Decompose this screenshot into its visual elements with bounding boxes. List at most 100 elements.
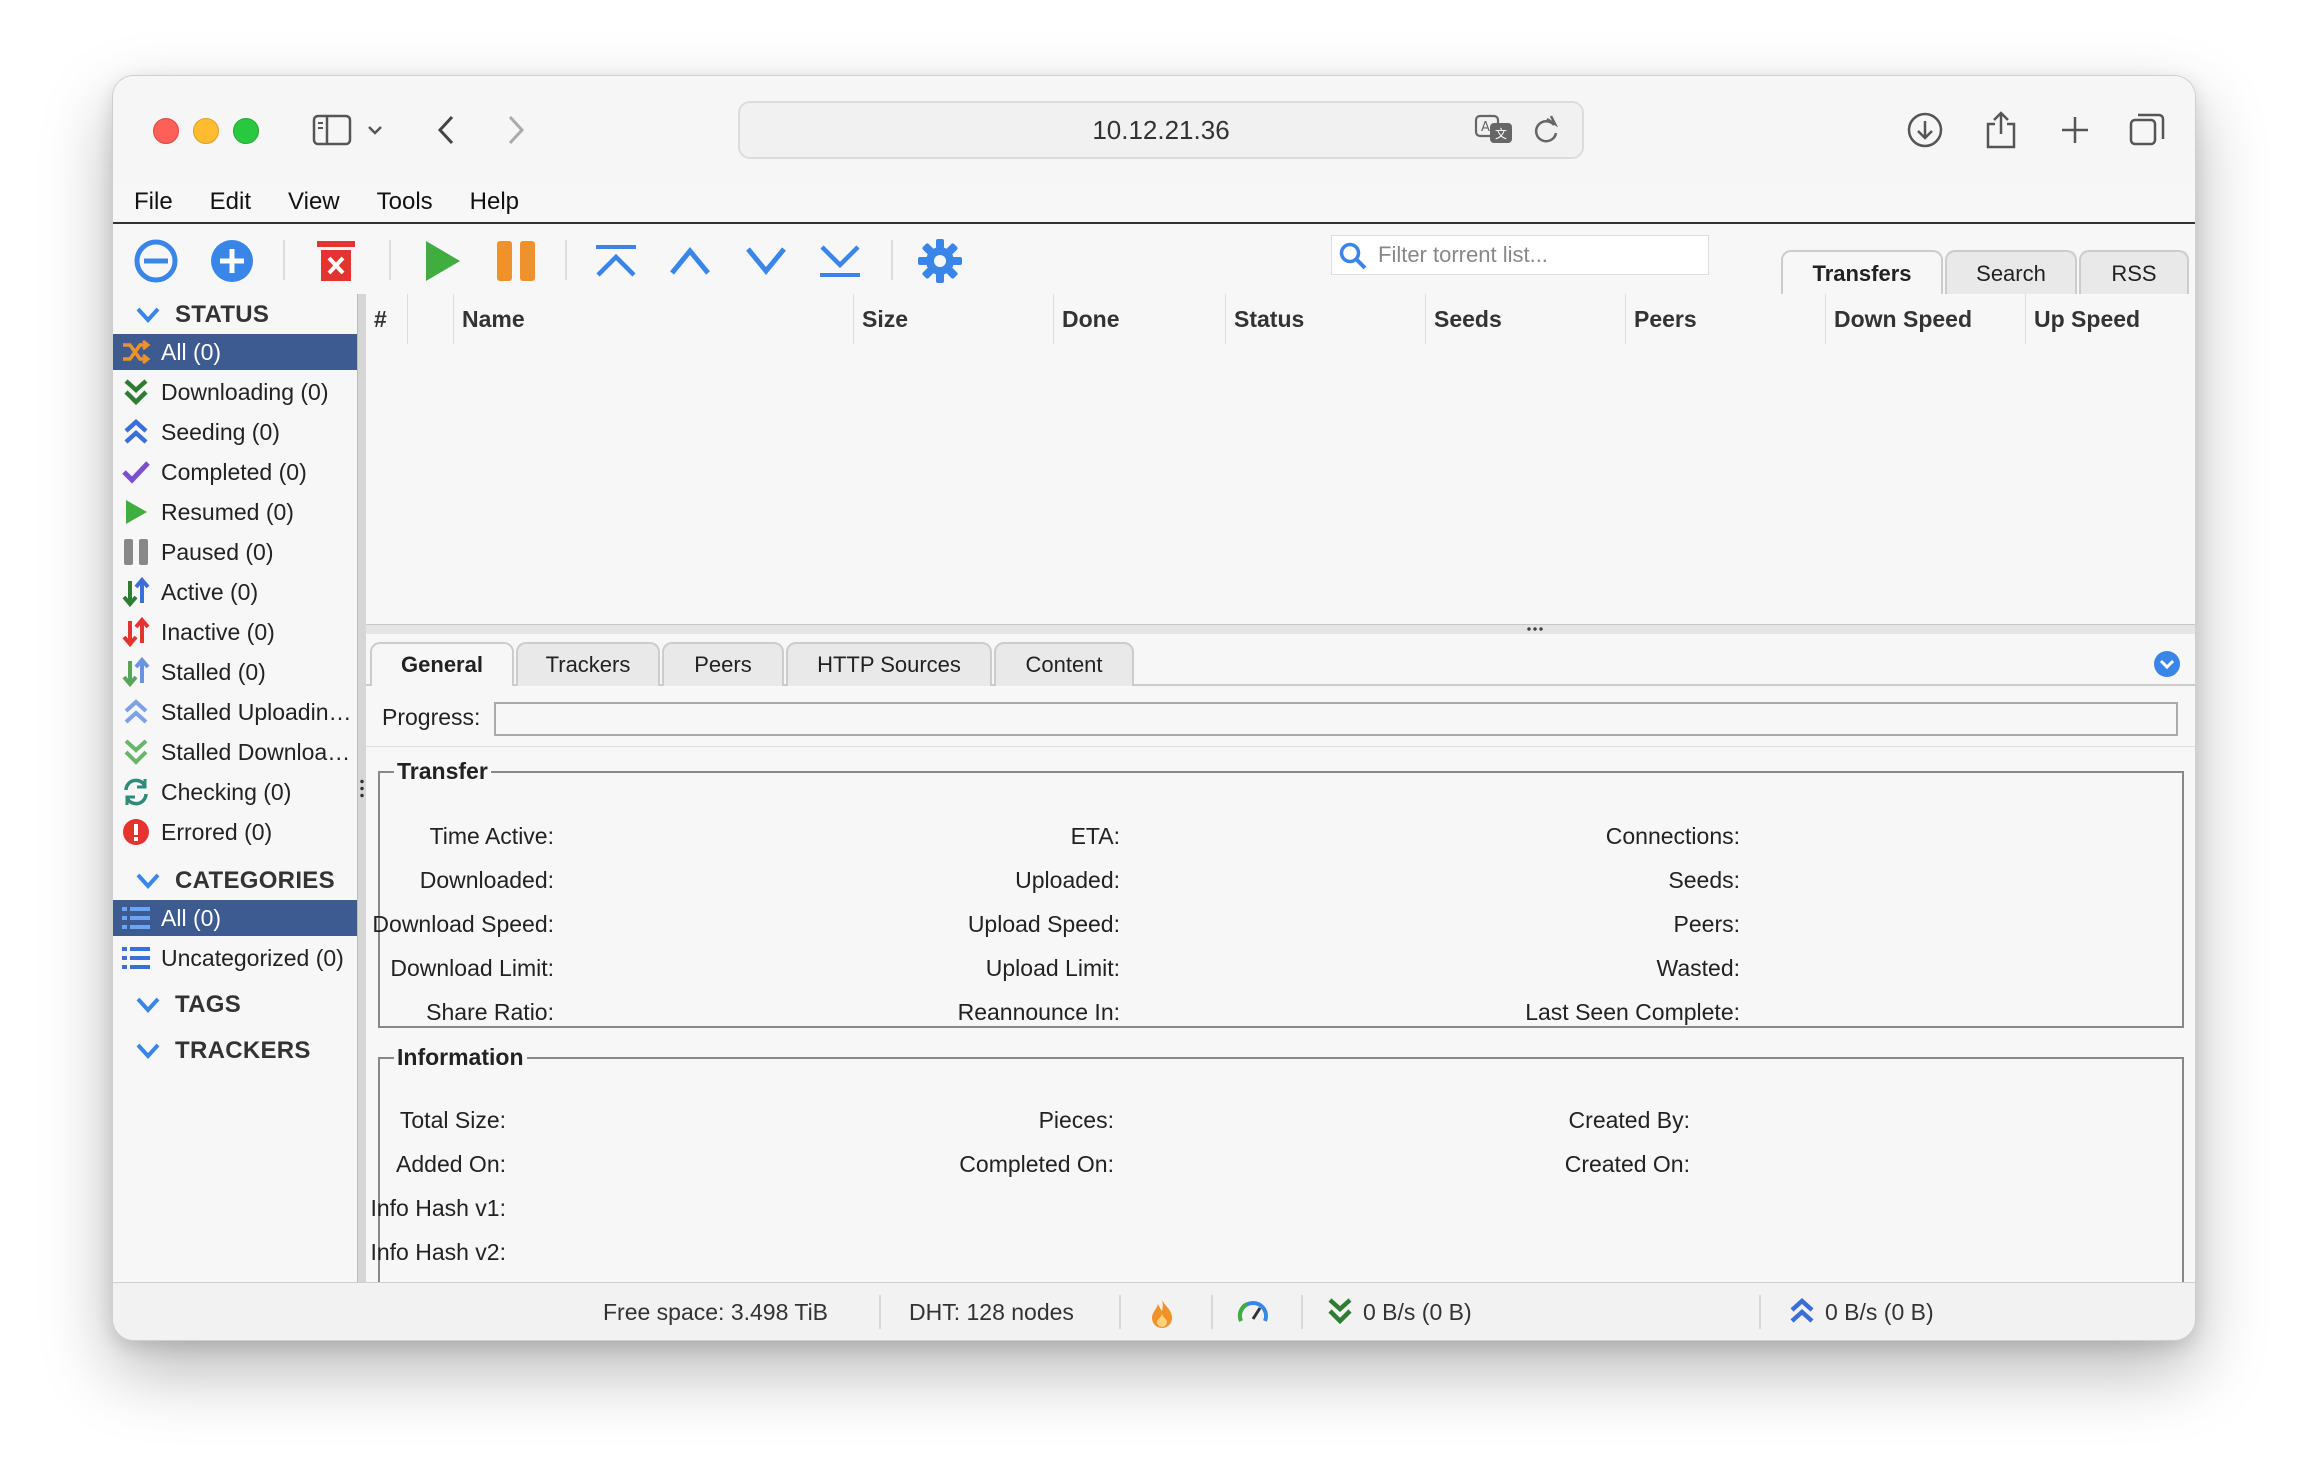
tags-header[interactable]: TAGS bbox=[113, 988, 241, 1022]
move-bottom-icon[interactable] bbox=[813, 234, 867, 288]
connections-label: Connections: bbox=[1605, 823, 1740, 849]
column-up-speed[interactable]: Up Speed bbox=[2026, 294, 2195, 344]
tab-overview-icon[interactable] bbox=[2123, 106, 2171, 154]
status-paused[interactable]: Paused (0) bbox=[113, 534, 357, 570]
menu-file[interactable]: File bbox=[134, 188, 173, 216]
created-by-label: Created By: bbox=[1568, 1107, 1690, 1133]
status-completed[interactable]: Completed (0) bbox=[113, 454, 357, 490]
forward-icon[interactable] bbox=[501, 106, 531, 154]
minimize-window-button[interactable] bbox=[193, 118, 219, 144]
trackers-header[interactable]: TRACKERS bbox=[113, 1034, 311, 1068]
add-torrent-link-icon[interactable] bbox=[129, 234, 183, 288]
move-top-icon[interactable] bbox=[589, 234, 643, 288]
time-active-label: Time Active: bbox=[429, 823, 554, 849]
status-resumed[interactable]: Resumed (0) bbox=[113, 494, 357, 530]
upload-speed-icon bbox=[1789, 1297, 1815, 1327]
settings-gear-icon[interactable] bbox=[913, 234, 967, 288]
status-header[interactable]: STATUS bbox=[113, 298, 269, 332]
delete-icon[interactable] bbox=[309, 234, 363, 288]
download-speed-label: Download Speed: bbox=[372, 911, 554, 937]
column-seeds[interactable]: Seeds bbox=[1426, 294, 1626, 344]
sidebar-toggle-icon[interactable] bbox=[308, 106, 356, 154]
browser-window: 10.12.21.36 A文 File Edit View Tools Help bbox=[112, 75, 2196, 1341]
category-uncategorized[interactable]: Uncategorized (0) bbox=[113, 940, 357, 976]
status-all[interactable]: All (0) bbox=[113, 334, 357, 370]
add-torrent-file-icon[interactable] bbox=[205, 234, 259, 288]
svg-text:A: A bbox=[1481, 120, 1490, 135]
status-checking[interactable]: Checking (0) bbox=[113, 774, 357, 810]
back-icon[interactable] bbox=[431, 106, 461, 154]
tab-peers[interactable]: Peers bbox=[662, 642, 784, 686]
status-errored-label: Errored (0) bbox=[161, 818, 273, 845]
filters-sidebar: STATUS All (0) Downloading (0) Seeding (… bbox=[113, 294, 357, 1282]
status-inactive[interactable]: Inactive (0) bbox=[113, 614, 357, 650]
chevron-down-icon bbox=[136, 873, 160, 889]
tab-general[interactable]: General bbox=[370, 642, 514, 686]
menu-view[interactable]: View bbox=[288, 188, 340, 216]
status-seeding[interactable]: Seeding (0) bbox=[113, 414, 357, 450]
download-speed-icon bbox=[1327, 1297, 1353, 1327]
upload-limit-label: Upload Limit: bbox=[985, 955, 1120, 981]
status-downloading[interactable]: Downloading (0) bbox=[113, 374, 357, 410]
tab-trackers[interactable]: Trackers bbox=[516, 642, 660, 686]
tab-search[interactable]: Search bbox=[1945, 250, 2077, 296]
speed-limit-icon[interactable] bbox=[1237, 1297, 1269, 1327]
translate-icon[interactable]: A文 bbox=[1474, 113, 1514, 150]
column-size[interactable]: Size bbox=[854, 294, 1054, 344]
column-done[interactable]: Done bbox=[1054, 294, 1226, 344]
category-all[interactable]: All (0) bbox=[113, 900, 357, 936]
progress-row: Progress: bbox=[366, 690, 2195, 747]
status-active[interactable]: Active (0) bbox=[113, 574, 357, 610]
column-priority[interactable] bbox=[408, 294, 454, 344]
menu-tools[interactable]: Tools bbox=[377, 188, 433, 216]
status-stalled[interactable]: Stalled (0) bbox=[113, 654, 357, 690]
status-errored[interactable]: Errored (0) bbox=[113, 814, 357, 850]
column-down-speed[interactable]: Down Speed bbox=[1826, 294, 2026, 344]
dht-nodes-text: DHT: 128 nodes bbox=[909, 1299, 1074, 1325]
close-window-button[interactable] bbox=[153, 118, 179, 144]
list-icon bbox=[121, 943, 151, 973]
upload-speed-text: 0 B/s (0 B) bbox=[1825, 1299, 1934, 1325]
information-group: Information Total Size: Added On: Info H… bbox=[370, 1044, 2184, 1304]
status-active-label: Active (0) bbox=[161, 578, 259, 605]
seeds-label: Seeds: bbox=[1668, 867, 1740, 893]
status-stalled-downloading[interactable]: Stalled Downloading (0) bbox=[113, 734, 357, 770]
updown-arrows-icon bbox=[121, 657, 151, 687]
menu-help[interactable]: Help bbox=[470, 188, 519, 216]
filter-box bbox=[1331, 235, 1709, 275]
move-down-icon[interactable] bbox=[739, 234, 793, 288]
downloads-icon[interactable] bbox=[1901, 106, 1949, 154]
tab-transfers[interactable]: Transfers bbox=[1781, 250, 1943, 296]
free-space-text: Free space: 3.498 TiB bbox=[603, 1299, 829, 1325]
tab-content[interactable]: Content bbox=[994, 642, 1134, 686]
status-stalled-uploading[interactable]: Stalled Uploading (0) bbox=[113, 694, 357, 730]
torrent-list-body[interactable] bbox=[366, 344, 2195, 624]
properties-panel: General Trackers Peers HTTP Sources Cont… bbox=[366, 634, 2195, 1304]
filter-input[interactable] bbox=[1376, 239, 1700, 271]
share-icon[interactable] bbox=[1977, 106, 2025, 154]
address-bar[interactable]: 10.12.21.36 A文 bbox=[738, 101, 1584, 159]
information-group-title: Information bbox=[397, 1044, 524, 1070]
completed-on-label: Completed On: bbox=[959, 1151, 1114, 1177]
categories-header[interactable]: CATEGORIES bbox=[113, 864, 335, 898]
checkmark-icon bbox=[121, 457, 151, 487]
browser-titlebar: 10.12.21.36 A文 bbox=[113, 76, 2195, 183]
chevron-down-icon[interactable] bbox=[363, 106, 387, 154]
column-status[interactable]: Status bbox=[1226, 294, 1426, 344]
column-number[interactable]: # bbox=[366, 294, 408, 344]
menu-edit[interactable]: Edit bbox=[210, 188, 251, 216]
zoom-window-button[interactable] bbox=[233, 118, 259, 144]
tab-rss[interactable]: RSS bbox=[2079, 250, 2189, 296]
resume-icon[interactable] bbox=[415, 234, 469, 288]
column-peers[interactable]: Peers bbox=[1626, 294, 1826, 344]
move-up-icon[interactable] bbox=[663, 234, 717, 288]
fire-icon[interactable] bbox=[1149, 1297, 1175, 1328]
tab-http-sources[interactable]: HTTP Sources bbox=[786, 642, 992, 686]
upload-speed-label: Upload Speed: bbox=[967, 911, 1120, 937]
new-tab-icon[interactable] bbox=[2051, 106, 2099, 154]
column-name[interactable]: Name bbox=[454, 294, 854, 344]
collapse-panel-icon[interactable] bbox=[2153, 650, 2181, 683]
pause-icon[interactable] bbox=[489, 234, 543, 288]
reload-icon[interactable] bbox=[1532, 115, 1560, 150]
chevron-down-icon bbox=[136, 1043, 160, 1059]
